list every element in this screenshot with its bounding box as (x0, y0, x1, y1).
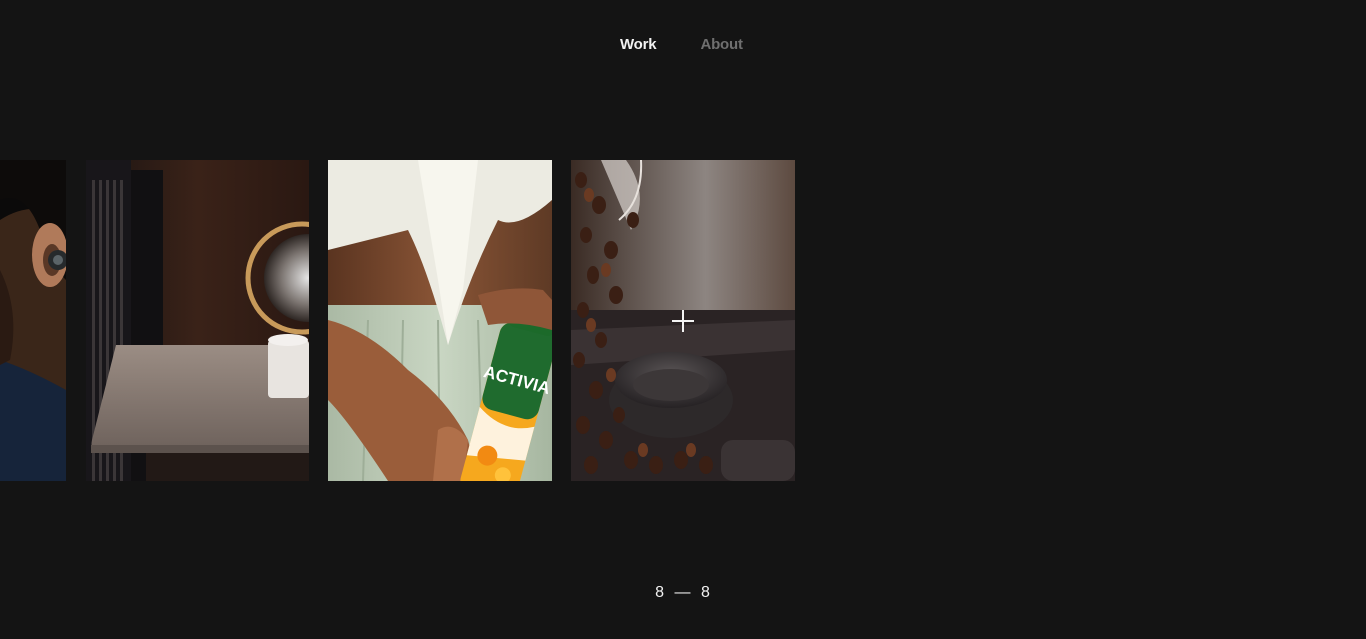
gallery-tile-activia[interactable]: ACTIVIA (328, 160, 552, 481)
earbud-portrait-image (0, 160, 66, 481)
counter-separator: — (674, 584, 692, 601)
nav-item-about[interactable]: About (700, 36, 743, 53)
top-nav: Work About (620, 36, 743, 53)
yogurt-drink-image: ACTIVIA (328, 160, 552, 481)
counter-current: 8 (655, 584, 666, 601)
counter-total: 8 (700, 584, 711, 601)
gallery-tile-earbud-portrait[interactable] (0, 160, 66, 481)
nav-item-work[interactable]: Work (620, 36, 657, 53)
portfolio-page: Work About ACTIVIA 8 — 8 (0, 0, 1366, 639)
slide-counter: 8 — 8 (0, 584, 1366, 602)
glass-sculpture-image (86, 160, 309, 481)
gallery-tile-glass-sculpture[interactable] (86, 160, 309, 481)
coffee-beans-image (571, 160, 795, 481)
gallery-tile-coffee[interactable] (571, 160, 795, 481)
